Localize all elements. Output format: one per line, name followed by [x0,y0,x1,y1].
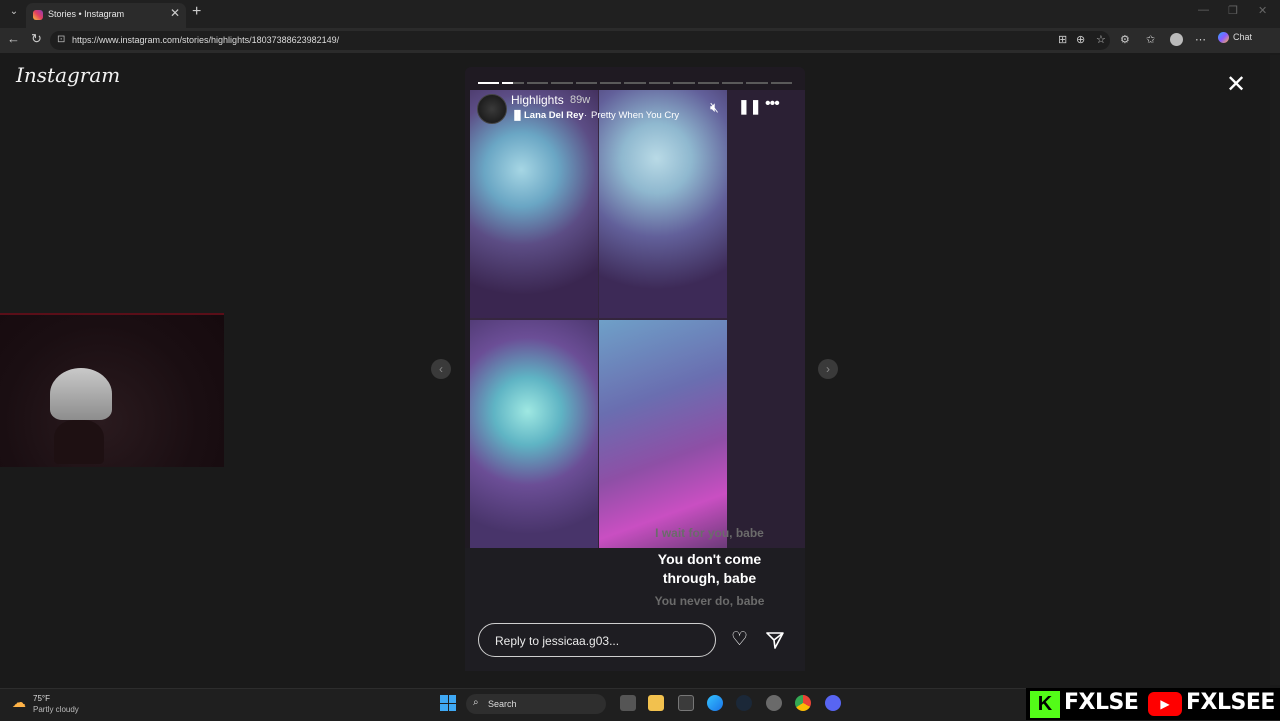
music-song-title[interactable]: Pretty When You Cry [591,110,679,121]
lyric-current: You don't come through, babe [627,550,792,588]
edge-icon[interactable] [707,695,723,711]
weather-condition[interactable]: Partly cloudy [33,705,79,714]
weather-temperature[interactable]: 75°F [33,694,50,703]
story-background [727,90,805,548]
story-photo [599,90,727,318]
back-icon[interactable]: ← [7,31,20,46]
muted-speaker-icon[interactable]: 🔇︎ [710,99,719,116]
story-progress-segment [648,82,671,84]
tab-title: Stories • Instagram [48,9,125,19]
story-progress-segment [673,82,695,84]
music-separator: · [584,110,588,121]
weather-icon[interactable]: ☁ [12,694,26,711]
story-progress-segment [502,82,524,84]
vertical-scrollbar[interactable] [1270,55,1280,685]
story-progress-segment [478,82,500,84]
reply-placeholder: Reply to jessicaa.g03... [495,634,620,648]
youtube-logo-icon: ▶ [1148,692,1182,716]
reply-input[interactable]: Reply to jessicaa.g03... [478,623,716,657]
kick-logo-icon: K [1030,691,1060,718]
pause-icon[interactable]: ❚❚ [738,98,761,115]
story-progress-segment [551,82,573,84]
new-tab-button[interactable]: + [192,3,201,21]
close-story-icon[interactable]: ✕ [1226,70,1246,99]
story-progress-segment [599,82,622,84]
music-artist[interactable]: Lana Del Rey [524,110,584,121]
share-send-icon[interactable] [765,630,785,655]
story-progress-segment [526,82,549,84]
copilot-chat-button[interactable]: Chat [1218,32,1252,44]
next-story-button[interactable]: › [818,359,838,379]
app-available-icon[interactable]: ⊞ [1058,33,1067,46]
favorites-icon[interactable]: ✩ [1146,33,1155,46]
highlight-name[interactable]: Highlights [511,93,564,107]
search-icon: ⌕ [473,697,479,708]
story-progress-segment [746,82,768,84]
app-icon[interactable] [766,695,782,711]
like-heart-icon[interactable]: ♡ [731,628,748,651]
webcam-person-beanie [50,368,112,420]
tab-close-icon[interactable]: ✕ [170,6,180,20]
story-progress-segment [624,82,646,84]
tab-list-chevron-icon[interactable]: ⌄ [6,6,22,17]
kick-handle: FXLSE [1064,690,1139,715]
lyric-previous: I wait for you, babe [655,526,764,540]
taskbar-search[interactable]: ⌕ Search [466,694,606,714]
microsoft-store-icon[interactable] [678,695,694,711]
instagram-favicon-icon [33,10,43,20]
story-photo [599,320,727,548]
discord-icon[interactable] [825,695,841,711]
chrome-icon[interactable] [795,695,811,711]
favorite-star-icon[interactable]: ☆ [1096,33,1106,46]
browser-tab[interactable]: Stories • Instagram ✕ [26,3,186,28]
zoom-icon[interactable]: ⊕ [1076,33,1085,46]
window-close-icon[interactable]: ✕ [1258,4,1267,17]
story-photo [470,90,598,318]
refresh-icon[interactable]: ↻ [31,31,42,47]
lyric-next: You never do, babe [654,594,765,608]
profile-avatar-icon[interactable] [1170,33,1183,46]
lyric-current-line: You don't come [657,551,762,567]
story-progress-segment [575,82,597,84]
windows-start-icon[interactable] [440,695,456,711]
more-menu-icon[interactable]: ⋯ [1195,33,1206,46]
url-text: https://www.instagram.com/stories/highli… [72,35,340,45]
story-timestamp: 89w [570,94,591,106]
task-view-icon[interactable] [620,695,636,711]
restore-icon[interactable]: ❐ [1228,4,1238,17]
more-options-icon[interactable]: ••• [765,95,780,113]
extensions-icon[interactable]: ⚙ [1120,33,1130,46]
steam-icon[interactable] [736,695,752,711]
site-info-icon[interactable]: ⊡ [57,34,65,45]
address-bar[interactable]: ⊡ https://www.instagram.com/stories/high… [50,31,1110,50]
previous-story-button[interactable]: ‹ [431,359,451,379]
webcam-person-face [54,420,104,464]
file-explorer-icon[interactable] [648,695,664,711]
webcam-overlay [0,313,224,467]
story-progress-segment [770,82,793,84]
youtube-handle: FXLSEE [1186,690,1275,715]
story-progress-segment [721,82,744,84]
story-progress-bar [478,82,793,84]
music-bars-icon: ▐▌ [511,110,524,120]
story-progress-segment [697,82,719,84]
highlight-avatar[interactable] [477,94,507,124]
story-photo [470,320,598,548]
lyric-current-line: through, babe [662,570,757,586]
instagram-logo[interactable]: Instagram [16,63,120,87]
taskbar-search-label: Search [488,699,517,709]
copilot-icon [1218,32,1229,44]
minimize-icon[interactable]: — [1198,4,1209,16]
